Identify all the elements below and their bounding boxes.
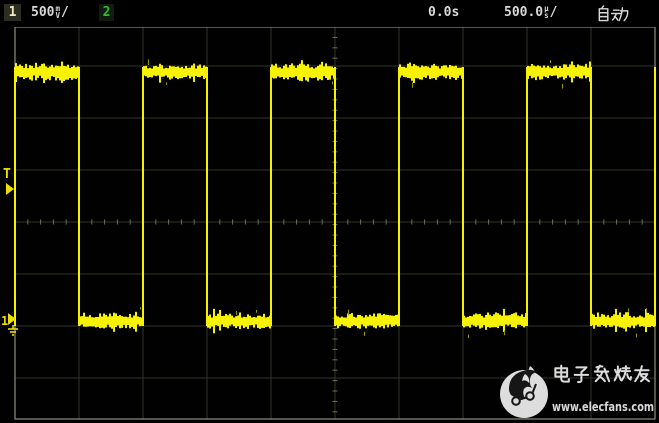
trigger-mode-label [596, 5, 630, 22]
glyph-dong [612, 8, 628, 21]
watermark-url[interactable]: www.elecfans.com [552, 400, 654, 414]
channel-1-scale-value: 500 [31, 5, 54, 20]
trigger-level-marker[interactable]: T [3, 167, 14, 195]
glyph-zi [599, 6, 608, 21]
channel-1-scale[interactable]: 500 m V / [31, 5, 69, 20]
oscilloscope-screen: T 1 1 500 m V / 2 0.0s 500.0 µ s / [0, 0, 659, 423]
glyph-you [635, 366, 649, 381]
timebase-value: 500.0 [504, 5, 543, 20]
glyph-shao [615, 366, 631, 380]
glyph-dian [555, 366, 568, 382]
watermark[interactable]: www.elecfans.com [494, 358, 658, 422]
timebase-readout[interactable]: 500.0 µ s / [504, 5, 557, 20]
glyph-zi2 [575, 367, 588, 382]
channel-1-badge[interactable]: 1 [4, 4, 21, 21]
ch1-ground-label: 1 [1, 314, 8, 328]
trigger-level-label: T [3, 167, 11, 182]
trigger-delay-readout: 0.0s [428, 5, 459, 20]
ch1-waveform [14, 59, 656, 338]
elecfans-logo-icon [500, 366, 548, 418]
channel-2-badge[interactable]: 2 [99, 4, 114, 21]
glyph-fa [595, 366, 609, 382]
timebase-unit: µ s [544, 6, 549, 19]
watermark-brand-glyphs [555, 366, 649, 382]
channel-1-scale-unit: m V [55, 6, 60, 19]
status-bar: 1 500 m V / 2 0.0s 500.0 µ s / [0, 0, 659, 27]
